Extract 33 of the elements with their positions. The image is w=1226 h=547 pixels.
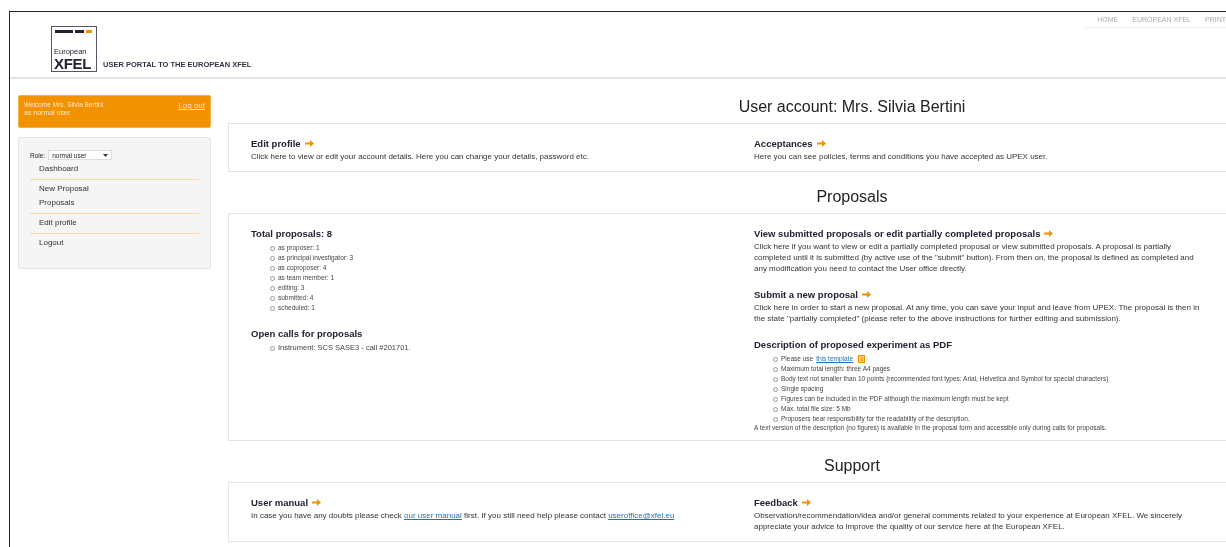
section-link[interactable]: Feedback	[754, 497, 811, 508]
section-link[interactable]: View submitted proposals or edit partially completed proposals	[754, 228, 1054, 239]
description-text: In case you have any doubts please check our user manual first. If you still need help please contact useroffice@xfel.eu	[251, 510, 676, 521]
section-link[interactable]: Acceptances	[754, 138, 826, 149]
section-heading: User account: Mrs. Silvia Bertini	[737, 97, 967, 117]
description-text: Click here to view or edit your account details. Here you can change your details, password etc.	[251, 151, 590, 162]
block-heading: Description of proposed experiment as PDF	[754, 339, 952, 350]
arrow-icon	[304, 140, 314, 147]
caret-icon	[103, 153, 109, 157]
description-text: Click here in order to start a new proposal. At any time, you can save your input and leave from UPEX. The proposal is then in the state "partially completed" (please refer to the above instructions for further editing and submission).	[754, 302, 1201, 324]
description-text: Here you can see policies, terms and conditions you have accepted as UPEX user.	[754, 151, 1049, 162]
sidebar-item[interactable]: New Proposal	[39, 182, 199, 196]
description-text: Click here if you want to view or edit a partially completed proposal or view submitted proposals. A proposal is partially completed until it is submitted (by active use of the "submit" button). From then on, the proposal is defined as completed and any modification you need to contact the User office directly.	[754, 241, 1195, 274]
sidebar-item[interactable]: Edit profile	[39, 216, 199, 230]
section-link[interactable]: Submit a new proposal	[754, 289, 871, 300]
sidebar-item[interactable]: Dashboard	[39, 162, 199, 176]
arrow-icon	[1044, 230, 1054, 237]
arrow-icon	[801, 499, 811, 506]
arrow-icon	[816, 140, 826, 147]
description-text: Observation/recommendation/idea and/or general comments related to your experience at European XFEL. We sincerely appreciate your advice to improve the quality of our service here at the European XFEL.	[754, 510, 1184, 532]
block-heading: Total proposals: 8	[251, 228, 333, 239]
arrow-icon	[312, 499, 322, 506]
document-icon	[858, 355, 866, 363]
section-link[interactable]: Edit profile	[251, 138, 314, 149]
text-link[interactable]: useroffice@xfel.eu	[608, 511, 675, 520]
section-heading: Support	[822, 456, 881, 476]
sidebar-item[interactable]: Logout	[39, 236, 199, 250]
section-link[interactable]: User manual	[251, 497, 322, 508]
section-heading: Proposals	[815, 187, 889, 207]
block-heading: Open calls for proposals	[251, 328, 363, 339]
text-link[interactable]: our user manual	[404, 511, 462, 520]
arrow-icon	[862, 291, 871, 298]
sidebar-item[interactable]: Proposals	[39, 196, 199, 210]
